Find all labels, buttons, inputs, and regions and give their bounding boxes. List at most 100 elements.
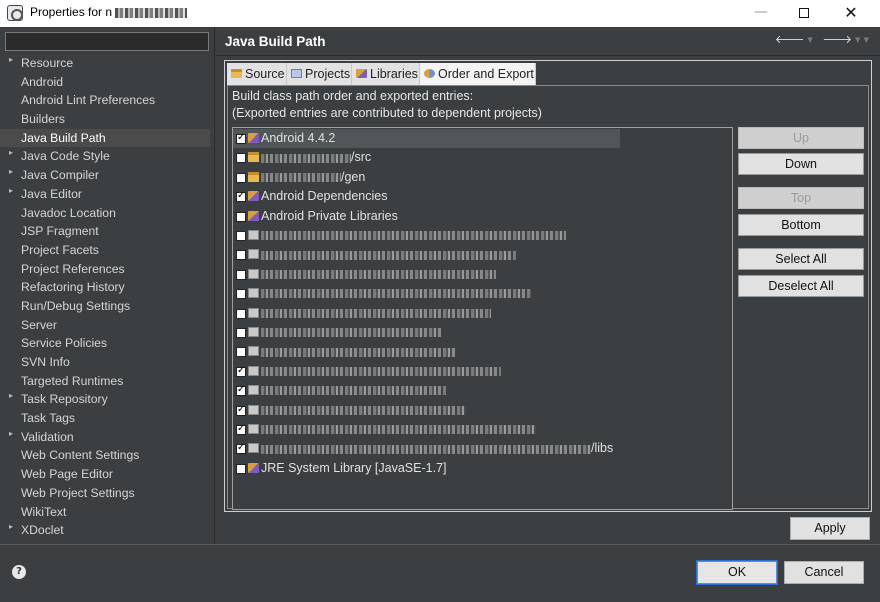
export-checkbox[interactable] <box>236 250 246 261</box>
deselect-all-button[interactable]: Deselect All <box>738 275 864 297</box>
export-checkbox[interactable] <box>236 384 246 397</box>
sidebar-item-web-content-settings[interactable]: Web Content Settings <box>0 446 210 465</box>
maximize-button[interactable] <box>781 0 827 27</box>
classpath-entry[interactable]: JRE System Library [JavaSE-1.7] <box>233 459 732 478</box>
tab-projects[interactable]: Projects <box>287 63 352 85</box>
sidebar-item-validation[interactable]: ▸ Validation <box>0 428 210 447</box>
classpath-entry[interactable] <box>233 226 732 245</box>
classpath-entry[interactable] <box>233 362 732 381</box>
export-checkbox[interactable] <box>236 190 246 203</box>
expand-arrow-icon[interactable]: ▸ <box>9 51 13 69</box>
sidebar-item-java-editor[interactable]: ▸ Java Editor <box>0 185 210 204</box>
export-checkbox[interactable] <box>236 308 246 319</box>
forward-arrow-icon[interactable]: 🡒 <box>822 33 855 46</box>
export-checkbox[interactable] <box>236 172 246 183</box>
export-checkbox[interactable] <box>236 153 246 164</box>
bottom-button[interactable]: Bottom <box>738 214 864 236</box>
classpath-entry[interactable] <box>233 265 732 284</box>
sidebar-item-android-lint-preferences[interactable]: Android Lint Preferences <box>0 91 210 110</box>
close-button[interactable]: ✕ <box>828 0 874 27</box>
export-checkbox[interactable] <box>236 347 246 358</box>
export-checkbox[interactable] <box>236 463 246 474</box>
classpath-entry[interactable] <box>233 304 732 323</box>
sidebar-item-label: Android Lint Preferences <box>21 93 156 108</box>
export-checkbox[interactable] <box>236 365 246 377</box>
sidebar-item-java-code-style[interactable]: ▸ Java Code Style <box>0 147 210 166</box>
classpath-entry[interactable] <box>233 342 732 361</box>
sidebar-item-run-debug-settings[interactable]: Run/Debug Settings <box>0 297 210 316</box>
classpath-entry[interactable]: Android 4.4.2 <box>233 129 620 148</box>
tab-libraries[interactable]: Libraries <box>352 63 420 85</box>
sidebar-item-android[interactable]: Android <box>0 73 210 92</box>
sidebar-item-task-tags[interactable]: Task Tags <box>0 409 210 428</box>
sidebar-item-label: Builders <box>21 112 66 127</box>
cancel-button[interactable]: Cancel <box>784 561 864 584</box>
export-checkbox[interactable] <box>236 231 246 241</box>
classpath-entries-list[interactable]: Android 4.4.2/src/gen Android Dependencie… <box>232 127 733 510</box>
back-arrow-icon[interactable]: 🡐 <box>775 33 808 46</box>
export-checkbox[interactable] <box>236 211 246 222</box>
expand-arrow-icon[interactable]: ▸ <box>9 387 13 405</box>
sidebar-item-task-repository[interactable]: ▸ Task Repository <box>0 390 210 409</box>
back-menu-icon[interactable]: ▾ <box>807 33 816 46</box>
export-checkbox[interactable] <box>236 404 246 416</box>
ok-button[interactable]: OK <box>696 560 778 585</box>
sidebar-item-service-policies[interactable]: Service Policies <box>0 334 210 353</box>
classpath-entry[interactable] <box>233 245 732 264</box>
help-icon[interactable]: ? <box>12 565 26 579</box>
sidebar-item-refactoring-history[interactable]: Refactoring History <box>0 278 210 297</box>
export-checkbox[interactable] <box>236 423 246 435</box>
tab-source[interactable]: Source <box>227 63 287 85</box>
up-button[interactable]: Up <box>738 127 864 149</box>
view-menu-icon[interactable]: ▾ <box>863 33 872 46</box>
sidebar-item-server[interactable]: Server <box>0 316 210 335</box>
expand-arrow-icon[interactable]: ▸ <box>9 518 13 536</box>
sidebar-item-svn-info[interactable]: SVN Info <box>0 353 210 372</box>
entry-label-text: /src <box>351 150 372 165</box>
expand-arrow-icon[interactable]: ▸ <box>9 163 13 181</box>
sidebar-item-xdoclet[interactable]: ▸ XDoclet <box>0 521 210 540</box>
export-checkbox[interactable] <box>236 269 246 280</box>
classpath-entry[interactable]: /gen <box>233 168 732 187</box>
classpath-entry[interactable] <box>233 284 732 303</box>
top-button[interactable]: Top <box>738 187 864 209</box>
export-checkbox[interactable] <box>236 132 246 144</box>
export-checkbox[interactable] <box>236 289 246 300</box>
sidebar-item-project-references[interactable]: Project References <box>0 260 210 279</box>
sidebar-item-label: Project Facets <box>21 242 99 257</box>
sidebar-item-java-build-path[interactable]: Java Build Path <box>0 128 210 148</box>
down-button[interactable]: Down <box>738 153 864 175</box>
classpath-entry[interactable]: /src <box>233 148 732 167</box>
classpath-entry[interactable] <box>233 323 732 342</box>
expand-arrow-icon[interactable]: ▸ <box>9 425 13 443</box>
sidebar-item-resource[interactable]: ▸ Resource <box>0 54 210 73</box>
tab-order-and-export[interactable]: Order and Export <box>420 63 536 85</box>
classpath-entry[interactable] <box>233 381 732 400</box>
apply-button[interactable]: Apply <box>790 517 870 540</box>
classpath-entry[interactable] <box>233 401 732 420</box>
sidebar-item-project-facets[interactable]: Project Facets <box>0 241 210 260</box>
classpath-entry[interactable]: Android Private Libraries <box>233 207 732 226</box>
sidebar-item-targeted-runtimes[interactable]: Targeted Runtimes <box>0 372 210 391</box>
filter-input[interactable] <box>5 32 209 51</box>
sidebar-item-builders[interactable]: Builders <box>0 110 210 129</box>
window-title: Properties for n <box>30 5 188 19</box>
export-checkbox[interactable] <box>236 442 246 455</box>
sidebar-item-jsp-fragment[interactable]: JSP Fragment <box>0 222 210 241</box>
sidebar-item-wikitext[interactable]: WikiText <box>0 503 210 522</box>
sidebar-item-java-compiler[interactable]: ▸ Java Compiler <box>0 166 210 185</box>
classpath-entry[interactable] <box>233 420 732 439</box>
expand-arrow-icon[interactable]: ▸ <box>9 144 13 162</box>
classpath-entry[interactable]: Android Dependencies <box>233 187 732 206</box>
sidebar-item-javadoc-location[interactable]: Javadoc Location <box>0 204 210 223</box>
expand-arrow-icon[interactable]: ▸ <box>9 182 13 200</box>
entry-label <box>261 325 441 339</box>
sidebar-item-label: Javadoc Location <box>21 205 116 220</box>
select-all-button[interactable]: Select All <box>738 248 864 270</box>
sidebar-item-label: Service Policies <box>21 336 108 351</box>
minimize-button[interactable]: — <box>738 0 784 27</box>
sidebar-item-web-project-settings[interactable]: Web Project Settings <box>0 484 210 503</box>
classpath-entry[interactable]: /libs <box>233 439 732 458</box>
sidebar-item-web-page-editor[interactable]: Web Page Editor <box>0 465 210 484</box>
export-checkbox[interactable] <box>236 328 246 338</box>
